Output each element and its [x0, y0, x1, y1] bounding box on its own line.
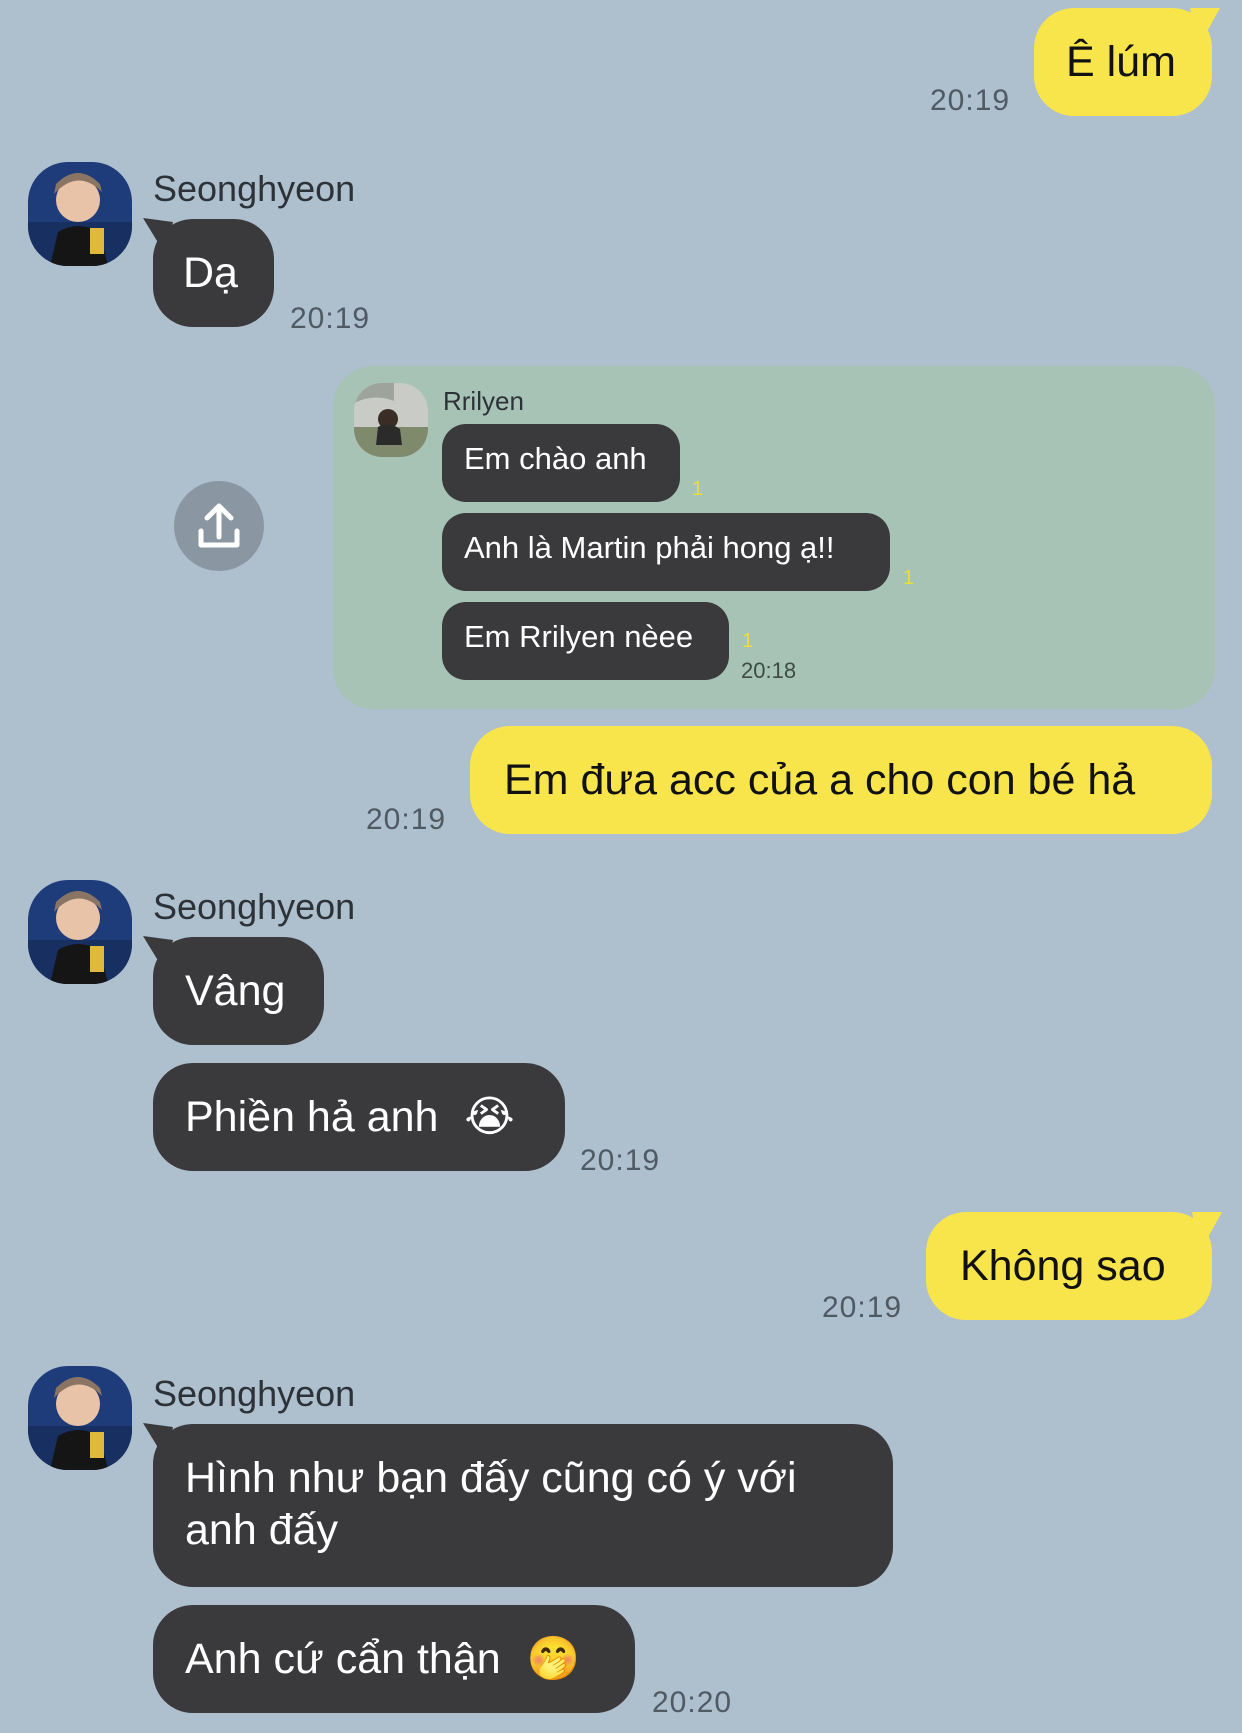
message-text: anh đấy: [185, 1506, 339, 1554]
sender-name: Seonghyeon: [153, 886, 356, 927]
message-text: Em chào anh: [464, 441, 647, 476]
timestamp: 20:19: [580, 1144, 661, 1177]
share-upload-icon: [198, 503, 240, 548]
message-text: Em đưa acc của a cho con bé hả: [504, 756, 1136, 804]
share-button[interactable]: [174, 481, 264, 571]
their-message-bubble[interactable]: Anh cứ cẩn thận 🤭: [153, 1605, 635, 1713]
timestamp: 20:18: [741, 658, 797, 683]
hand-over-mouth-emoji-icon: 🤭: [526, 1635, 581, 1683]
unread-count: 1: [692, 478, 704, 500]
message-text: Em Rrilyen nèee: [464, 619, 694, 654]
avatar[interactable]: [28, 880, 132, 984]
their-message-bubble[interactable]: Hình như bạn đấy cũng có ý với anh đấy: [153, 1424, 893, 1587]
my-message-bubble[interactable]: Em đưa acc của a cho con bé hả: [470, 726, 1212, 834]
timestamp: 20:19: [366, 803, 447, 836]
crying-face-emoji-icon: 😭: [464, 1093, 515, 1141]
their-message-bubble[interactable]: Vâng: [153, 937, 324, 1045]
message-text: Hình như bạn đấy cũng có ý với: [185, 1454, 797, 1502]
timestamp: 20:20: [652, 1686, 733, 1719]
message-text: Dạ: [183, 249, 238, 297]
avatar: [354, 383, 428, 457]
my-message-bubble[interactable]: Ê lúm: [1034, 8, 1212, 116]
sender-name: Seonghyeon: [153, 168, 356, 209]
message-text: Anh cứ cẩn thận: [185, 1635, 501, 1683]
bubble-tail: [1192, 1212, 1222, 1252]
unread-count: 1: [903, 567, 915, 589]
sender-name: Rrilyen: [443, 386, 524, 416]
their-message-bubble[interactable]: Phiền hả anh 😭: [153, 1063, 565, 1171]
timestamp: 20:19: [930, 84, 1011, 117]
message-text: Vâng: [185, 967, 286, 1015]
timestamp: 20:19: [822, 1291, 903, 1324]
timestamp: 20:19: [290, 302, 371, 335]
message-text: Không sao: [960, 1242, 1166, 1290]
message-text: Anh là Martin phải hong ạ!!: [464, 530, 835, 565]
bubble-tail: [1190, 8, 1220, 48]
my-message-bubble[interactable]: Không sao: [926, 1212, 1212, 1320]
quoted-message: Em chào anh: [442, 424, 680, 502]
avatar[interactable]: [28, 1366, 132, 1470]
avatar[interactable]: [28, 162, 132, 266]
forwarded-message-card[interactable]: Rrilyen Em chào anh 1 Anh là Martin phải…: [333, 366, 1215, 709]
quoted-message: Em Rrilyen nèee: [442, 602, 729, 680]
message-text: Ê lúm: [1066, 38, 1176, 86]
their-message-bubble[interactable]: Dạ: [153, 219, 274, 327]
unread-count: 1: [742, 630, 754, 652]
sender-name: Seonghyeon: [153, 1373, 356, 1414]
message-text: Phiền hả anh: [185, 1093, 439, 1141]
quoted-message: Anh là Martin phải hong ạ!!: [442, 513, 890, 591]
